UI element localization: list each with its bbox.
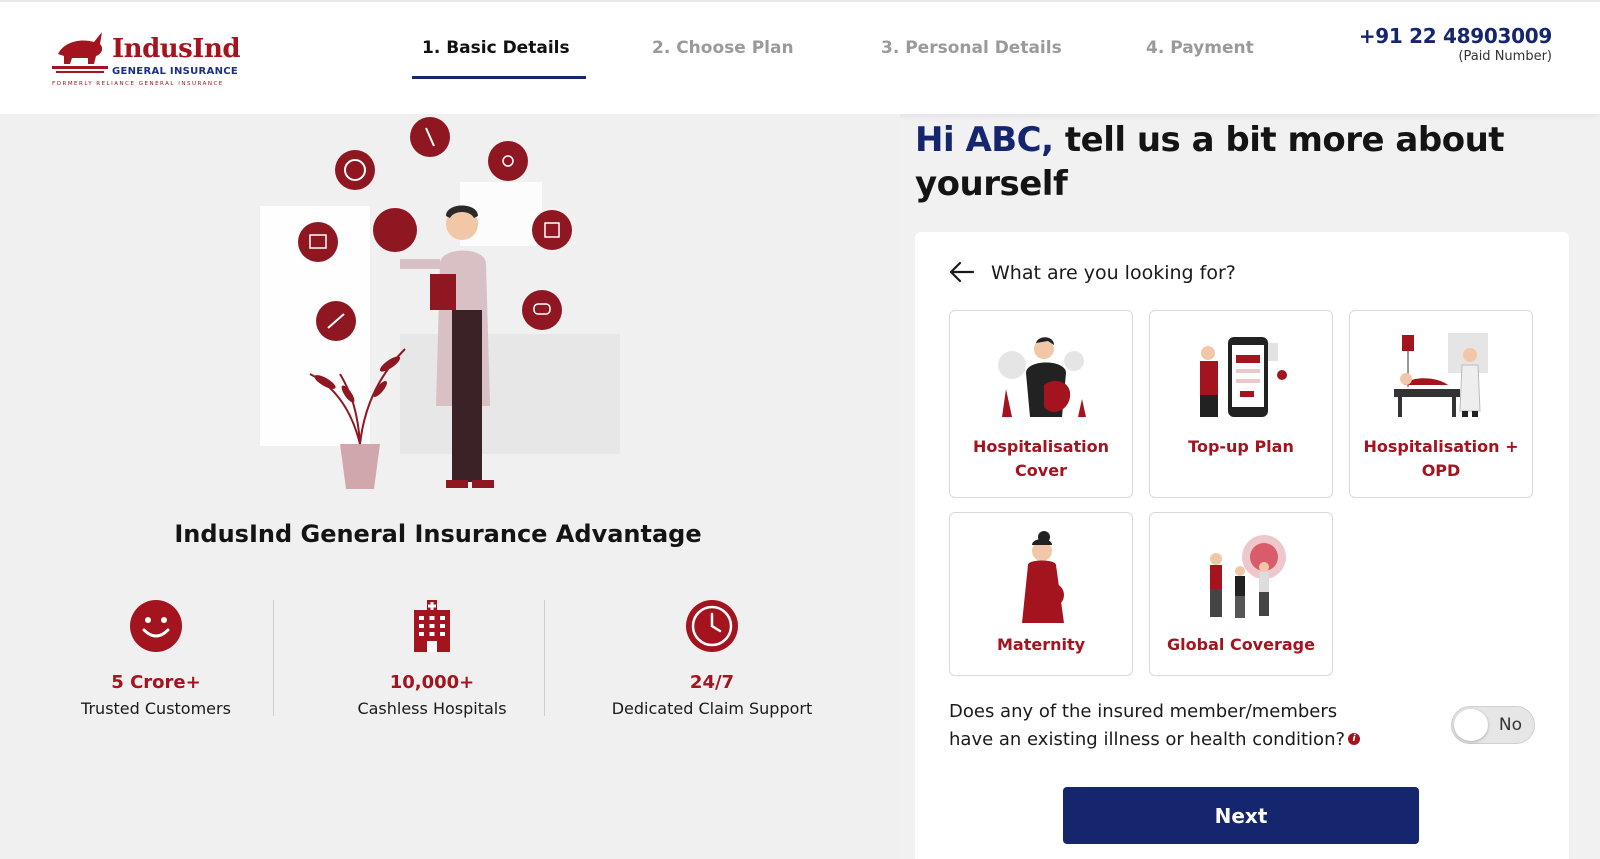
stat-label: Trusted Customers [81,699,231,718]
brand-subtitle: GENERAL INSURANCE [112,66,239,77]
stat-label: Cashless Hospitals [357,699,507,718]
advantage-panel: IndusInd General Insurance Advantage 5 C… [0,114,900,859]
indusind-logo[interactable]: IndusInd GENERAL INSURANCE FORMERLY RELI… [50,24,250,90]
step-choose-plan[interactable]: 2. Choose Plan [652,38,794,58]
option-label: Hospitalisation Cover [972,437,1110,480]
option-maternity[interactable]: Maternity [949,512,1133,676]
clock-icon [686,600,738,652]
hospital-icon [414,600,450,652]
phone-note: (Paid Number) [1458,49,1552,64]
global-coverage-illustration-icon [1210,535,1286,618]
stat-divider [273,600,274,716]
stat-value: 10,000+ [389,672,475,693]
question-title: What are you looking for? [991,262,1236,284]
phone-number[interactable]: +91 22 48903009 [1359,24,1552,48]
option-hospitalisation-opd[interactable]: Hospitalisation + OPD [1349,310,1533,498]
toggle-label: No [1498,715,1522,735]
hospitalisation-opd-illustration-icon [1394,333,1488,417]
back-arrow-icon[interactable] [949,260,975,284]
option-label: Maternity [996,635,1086,654]
stat-value: 5 Crore+ [111,672,201,693]
next-button[interactable]: Next [1063,787,1419,844]
top-header: IndusInd GENERAL INSURANCE FORMERLY RELI… [0,0,1600,114]
active-step-underline [412,76,586,79]
hospitalisation-illustration-icon [998,337,1086,417]
greeting-heading: Hi ABC, tell us a bit more about yoursel… [915,118,1555,206]
existing-illness-question: Does any of the insured member/members h… [949,698,1369,754]
greeting-name: Hi ABC, [915,120,1054,160]
stat-cashless-hospitals: 10,000+ Cashless Hospitals [317,598,547,718]
bull-emblem-icon [52,32,108,73]
info-icon[interactable]: i [1348,733,1361,745]
step-basic-details[interactable]: 1. Basic Details [422,38,570,58]
illness-question-text: Does any of the insured member/members h… [949,701,1346,750]
option-label: Global Coverage [1167,635,1315,654]
smiley-icon [130,600,182,652]
advantage-title: IndusInd General Insurance Advantage [174,520,702,548]
progress-steps: 1. Basic Details 2. Choose Plan 3. Perso… [400,2,1300,116]
brand-tagline: FORMERLY RELIANCE GENERAL INSURANCE [52,81,224,87]
brand-name: IndusInd [112,34,241,64]
contact-phone[interactable]: +91 22 48903009 (Paid Number) [1359,24,1552,64]
stat-label: Dedicated Claim Support [611,699,813,718]
stat-divider [544,600,545,716]
existing-illness-toggle[interactable]: No [1451,706,1535,744]
stat-trusted-customers: 5 Crore+ Trusted Customers [41,598,271,718]
option-label: Top-up Plan [1188,437,1294,456]
option-label: Hospitalisation + OPD [1363,437,1519,480]
stat-value: 24/7 [689,672,735,693]
option-global-coverage[interactable]: Global Coverage [1149,512,1333,676]
option-top-up-plan[interactable]: Top-up Plan [1149,310,1333,498]
plan-selection-card: What are you looking for? Hospitalisatio… [915,232,1569,859]
step-payment[interactable]: 4. Payment [1146,38,1254,58]
step-personal-details[interactable]: 3. Personal Details [881,38,1062,58]
doctor-illustration [260,117,620,489]
top-up-illustration-icon [1200,337,1287,417]
stat-claim-support: 24/7 Dedicated Claim Support [597,598,827,718]
option-hospitalisation-cover[interactable]: Hospitalisation Cover [949,310,1133,498]
toggle-knob[interactable] [1454,709,1488,741]
maternity-illustration-icon [1022,531,1064,623]
